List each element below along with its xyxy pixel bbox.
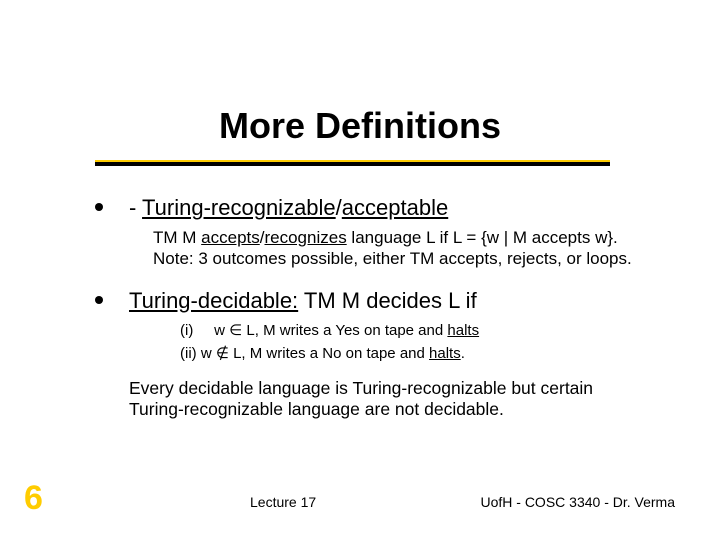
bullet-1-underline-1: Turing-recognizable [142, 195, 336, 220]
sub2-l1-t2: L, M writes a Yes on tape and [242, 322, 447, 339]
sub2-line-1: (i) w ∈ L, M writes a Yes on tape and ha… [180, 320, 635, 341]
bullet-2-underline: Turing-decidable: [129, 288, 298, 313]
sub2-l1-gap [193, 322, 210, 339]
sub1-u2: recognizes [264, 228, 346, 247]
sub2-l1-t1: w [210, 322, 229, 339]
sub1-u1: accepts [201, 228, 260, 247]
bullet-2: Turing-decidable: TM M decides L if [95, 288, 635, 314]
element-of-icon: ∈ [229, 322, 242, 339]
bullet-1-underline-2: acceptable [342, 195, 448, 220]
bullet-2-subtext: (i) w ∈ L, M writes a Yes on tape and ha… [180, 320, 635, 364]
sub2-l1-u: halts [447, 322, 479, 339]
sub1-t1: TM M [153, 228, 201, 247]
sub2-line-2: (ii) w ∉ L, M writes a No on tape and ha… [180, 343, 635, 364]
content-area: - Turing-recognizable/acceptable TM M ac… [95, 195, 635, 421]
sub2-l2-num: (ii) [180, 345, 197, 362]
sub2-l2-t1: w [197, 345, 216, 362]
bullet-1-subtext: TM M accepts/recognizes language L if L … [153, 227, 635, 270]
bullet-1-text: - Turing-recognizable/acceptable [129, 195, 448, 221]
sub2-l2-end: . [461, 345, 465, 362]
sub2-l1-num: (i) [180, 322, 193, 339]
closing-text: Every decidable language is Turing-recog… [129, 378, 635, 422]
slide-number: 6 [24, 479, 43, 518]
slide-title: More Definitions [0, 105, 720, 147]
bullet-2-rest: TM M decides L if [298, 288, 477, 313]
bullet-1-lead: - [129, 195, 142, 220]
sub2-l2-t2: L, M writes a No on tape and [229, 345, 429, 362]
bullet-dot-icon [95, 203, 103, 211]
footer-right: UofH - COSC 3340 - Dr. Verma [480, 494, 675, 510]
bullet-2-text: Turing-decidable: TM M decides L if [129, 288, 477, 314]
sub2-l2-u: halts [429, 345, 461, 362]
slide: More Definitions - Turing-recognizable/a… [0, 0, 720, 540]
accent-line-black [95, 162, 610, 166]
bullet-1: - Turing-recognizable/acceptable [95, 195, 635, 221]
not-element-of-icon: ∉ [216, 345, 229, 362]
bullet-dot-icon [95, 296, 103, 304]
footer-center: Lecture 17 [250, 494, 316, 510]
